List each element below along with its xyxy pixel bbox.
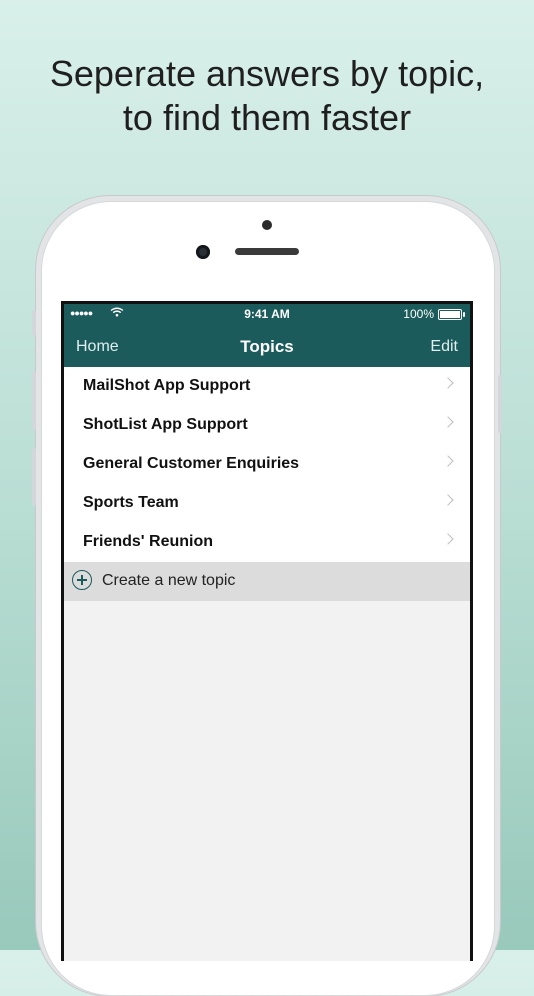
volume-up-button: [32, 372, 36, 430]
topic-label: Friends' Reunion: [83, 533, 214, 550]
topic-row-general-enquiries[interactable]: General Customer Enquiries: [64, 445, 470, 484]
topic-label: ShotList App Support: [83, 416, 248, 433]
battery-percentage: 100%: [403, 307, 434, 321]
headline-line-1: Seperate answers by topic,: [49, 53, 485, 94]
edit-button[interactable]: Edit: [430, 338, 458, 356]
create-topic-button[interactable]: Create a new topic: [64, 562, 470, 601]
topic-label: General Customer Enquiries: [83, 455, 300, 472]
front-camera-icon: [196, 245, 210, 259]
topic-row-shotlist[interactable]: ShotList App Support: [64, 406, 470, 445]
proximity-sensor-icon: [262, 220, 272, 230]
topic-row-mailshot[interactable]: MailShot App Support: [64, 367, 470, 406]
mute-switch: [32, 310, 36, 336]
topic-label: MailShot App Support: [83, 377, 251, 394]
topic-label: Sports Team: [83, 494, 179, 511]
power-button: [498, 375, 502, 433]
battery-icon: [438, 309, 465, 320]
create-topic-label: Create a new topic: [102, 572, 236, 589]
headline: Seperate answers by topic, to find them …: [0, 52, 534, 140]
add-circle-icon: [72, 570, 92, 590]
status-bar: ●●●●● 9:41 AM 100%: [64, 304, 470, 324]
chevron-right-icon: [442, 455, 454, 467]
page-title: Topics: [240, 337, 294, 356]
app-view: ●●●●● 9:41 AM 100% Home Topics Edit Mail…: [64, 304, 470, 961]
volume-down-button: [32, 448, 36, 506]
chevron-right-icon: [442, 533, 454, 545]
topic-row-sports-team[interactable]: Sports Team: [64, 484, 470, 523]
navigation-bar: ●●●●● 9:41 AM 100% Home Topics Edit: [64, 304, 470, 367]
earpiece-speaker: [235, 248, 299, 255]
phone-screen: ●●●●● 9:41 AM 100% Home Topics Edit Mail…: [61, 301, 473, 961]
topic-list: MailShot App Support ShotList App Suppor…: [64, 367, 470, 601]
headline-line-2: to find them faster: [122, 97, 412, 138]
topic-row-friends-reunion[interactable]: Friends' Reunion: [64, 523, 470, 562]
chevron-right-icon: [442, 494, 454, 506]
chevron-right-icon: [442, 377, 454, 389]
chevron-right-icon: [442, 416, 454, 428]
